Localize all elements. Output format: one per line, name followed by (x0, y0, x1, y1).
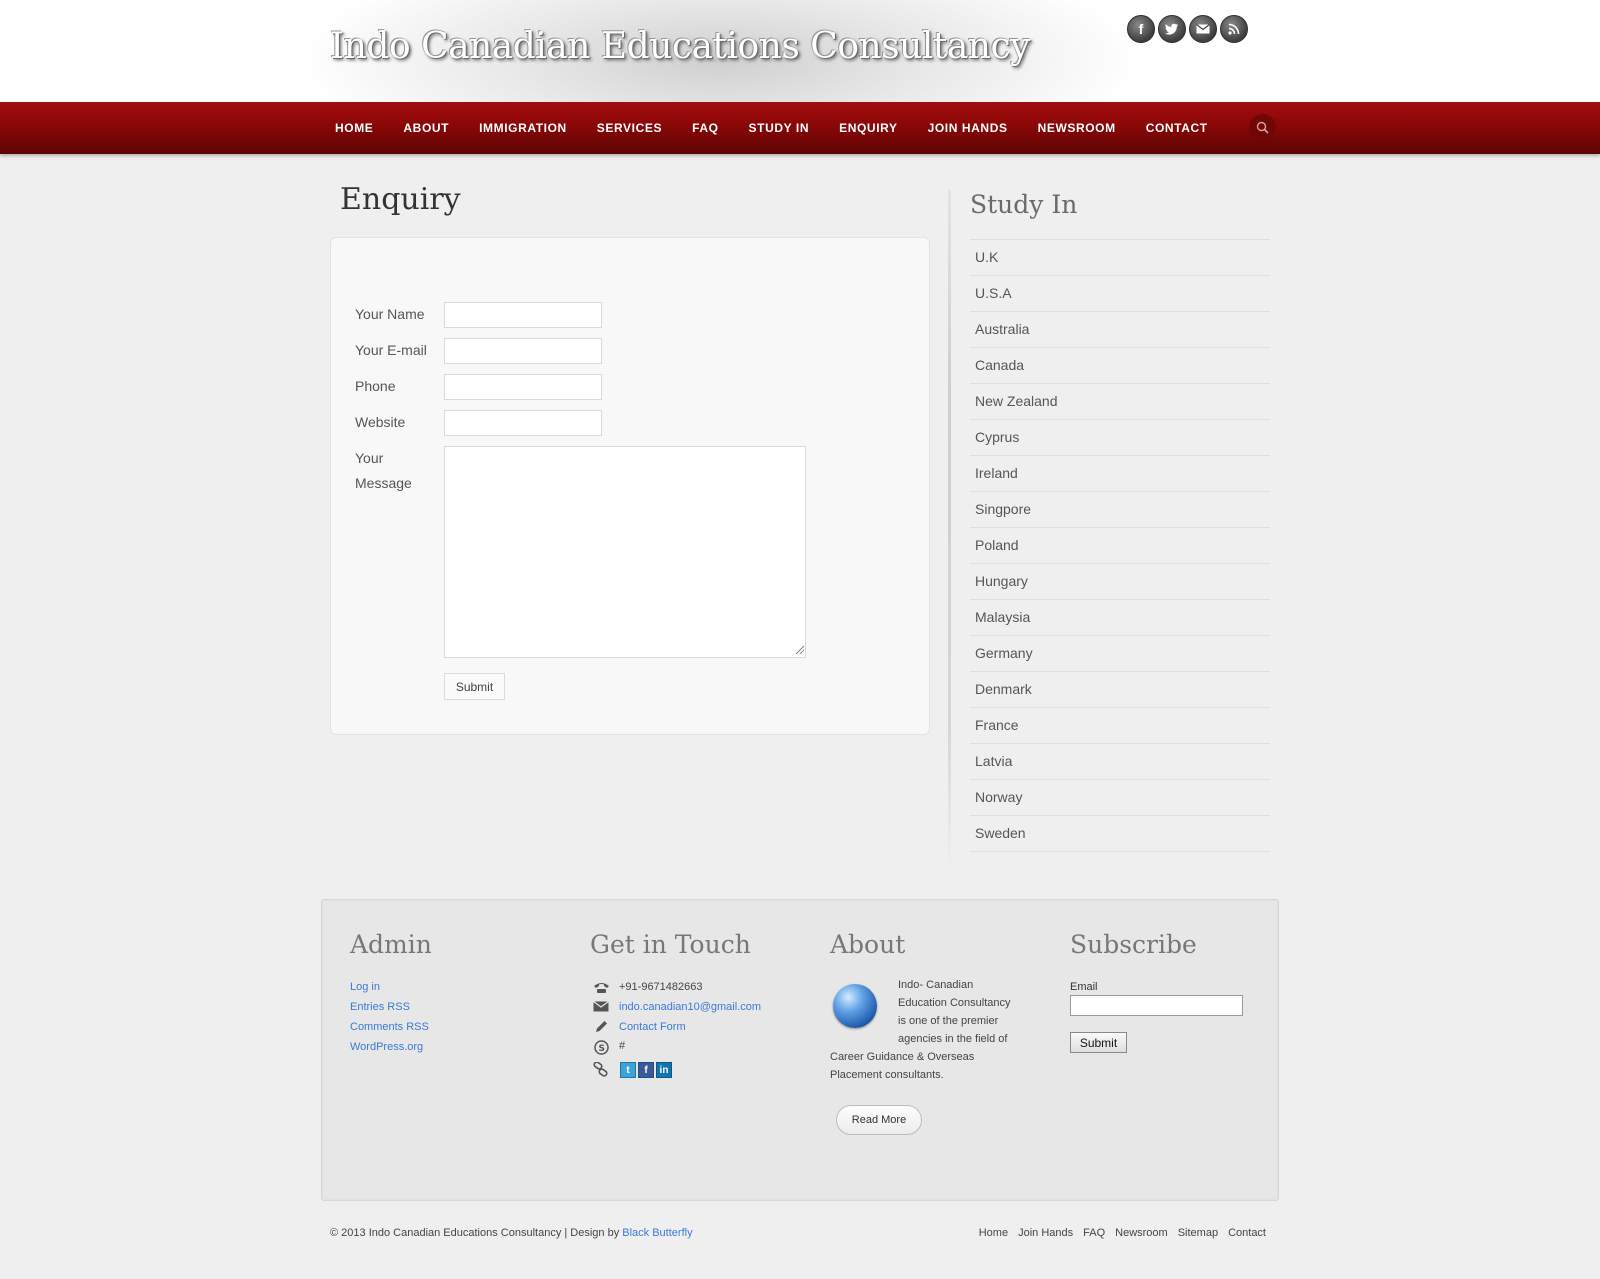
site-title[interactable]: Indo Canadian Educations Consultancy (330, 26, 1030, 67)
about-line-4: agencies in the field of (898, 1033, 1008, 1045)
svg-text:S: S (598, 1044, 604, 1054)
submit-button[interactable]: Submit (444, 673, 505, 700)
about-line-1: Indo- Canadian (898, 979, 974, 991)
nav-services[interactable]: SERVICES (597, 121, 662, 135)
search-icon[interactable] (1249, 114, 1276, 141)
footer-nav: Home Join Hands FAQ Newsroom Sitemap Con… (979, 1227, 1266, 1239)
sidebar-title: Study In (970, 190, 1078, 219)
footer-link-join-hands[interactable]: Join Hands (1018, 1227, 1073, 1239)
footer-link-faq[interactable]: FAQ (1083, 1227, 1105, 1239)
page-title: Enquiry (340, 182, 461, 217)
phone-label: Phone (355, 378, 396, 394)
email-icon[interactable] (1189, 15, 1217, 43)
copyright: © 2013 Indo Canadian Educations Consulta… (330, 1227, 693, 1239)
sidebar-item-latvia[interactable]: Latvia (970, 744, 1270, 780)
facebook-icon[interactable]: f (638, 1062, 654, 1078)
website-input[interactable] (444, 410, 602, 436)
sidebar-item-denmark[interactable]: Denmark (970, 672, 1270, 708)
footer-link-home[interactable]: Home (979, 1227, 1008, 1239)
message-textarea[interactable] (444, 446, 806, 658)
name-input[interactable] (444, 302, 602, 328)
sidebar-item-norway[interactable]: Norway (970, 780, 1270, 816)
designer-link[interactable]: Black Butterfly (622, 1227, 692, 1239)
social-links: f (1127, 15, 1248, 43)
subscribe-email-label: Email (1070, 981, 1098, 993)
envelope-icon (592, 1001, 610, 1015)
about-line-3: is one of the premier (898, 1015, 999, 1027)
sidebar-item-sweden[interactable]: Sweden (970, 816, 1270, 852)
sidebar-item-ireland[interactable]: Ireland (970, 456, 1270, 492)
facebook-icon[interactable]: f (1127, 15, 1155, 43)
resize-handle-icon[interactable] (796, 646, 804, 654)
get-in-touch-title: Get in Touch (590, 930, 751, 959)
nav-join-hands[interactable]: JOIN HANDS (928, 121, 1008, 135)
copyright-text: © 2013 Indo Canadian Educations Consulta… (330, 1227, 620, 1239)
email-input[interactable] (444, 338, 602, 364)
nav-about[interactable]: ABOUT (403, 121, 449, 135)
nav-faq[interactable]: FAQ (692, 121, 718, 135)
nav-newsroom[interactable]: NEWSROOM (1038, 121, 1116, 135)
about-title: About (830, 930, 906, 959)
sidebar-item-canada[interactable]: Canada (970, 348, 1270, 384)
main-nav: HOME ABOUT IMMIGRATION SERVICES FAQ STUD… (0, 102, 1600, 154)
skype-handle: # (619, 1040, 626, 1052)
subscribe-submit-button[interactable]: Submit (1070, 1032, 1127, 1053)
nav-contact[interactable]: CONTACT (1146, 121, 1208, 135)
sidebar-item-australia[interactable]: Australia (970, 312, 1270, 348)
pencil-icon (592, 1020, 610, 1034)
sidebar-divider (948, 190, 951, 870)
footer-link-sitemap[interactable]: Sitemap (1178, 1227, 1218, 1239)
sidebar-item-new-zealand[interactable]: New Zealand (970, 384, 1270, 420)
globe-icon (833, 984, 877, 1028)
subscribe-email-input[interactable] (1070, 995, 1243, 1016)
sidebar-item-uk[interactable]: U.K (970, 240, 1270, 276)
contact-form-link[interactable]: Contact Form (619, 1021, 686, 1033)
wordpress-link[interactable]: WordPress.org (350, 1041, 423, 1053)
website-label: Website (355, 414, 406, 430)
message-label-line1: Your (355, 450, 384, 466)
comments-rss-link[interactable]: Comments RSS (350, 1021, 429, 1033)
phone-input[interactable] (444, 374, 602, 400)
footer-link-contact[interactable]: Contact (1228, 1227, 1266, 1239)
nav-study-in[interactable]: STUDY IN (749, 121, 810, 135)
footer-widgets: Admin Log in Entries RSS Comments RSS Wo… (321, 899, 1279, 1201)
email-label: Your E-mail (355, 342, 427, 358)
sidebar-item-cyprus[interactable]: Cyprus (970, 420, 1270, 456)
about-line-2: Education Consultancy (898, 997, 1011, 1009)
twitter-icon[interactable] (1158, 15, 1186, 43)
sidebar-item-poland[interactable]: Poland (970, 528, 1270, 564)
phone-number: +91-9671482663 (619, 981, 703, 993)
phone-icon (592, 981, 610, 995)
sidebar-item-malaysia[interactable]: Malaysia (970, 600, 1270, 636)
sidebar-item-germany[interactable]: Germany (970, 636, 1270, 672)
nav-home[interactable]: HOME (335, 121, 373, 135)
nav-immigration[interactable]: IMMIGRATION (479, 121, 567, 135)
link-icon (592, 1061, 610, 1077)
site-header: Indo Canadian Educations Consultancy f (0, 0, 1600, 102)
log-in-link[interactable]: Log in (350, 981, 380, 993)
email-link[interactable]: indo.canadian10@gmail.com (619, 1001, 761, 1013)
read-more-button[interactable]: Read More (836, 1105, 922, 1135)
sidebar-item-france[interactable]: France (970, 708, 1270, 744)
linkedin-icon[interactable]: in (656, 1062, 672, 1078)
message-label-line2: Message (355, 475, 412, 491)
entries-rss-link[interactable]: Entries RSS (350, 1001, 410, 1013)
sidebar-item-singpore[interactable]: Singpore (970, 492, 1270, 528)
nav-enquiry[interactable]: ENQUIRY (839, 121, 897, 135)
footer-link-newsroom[interactable]: Newsroom (1115, 1227, 1168, 1239)
admin-title: Admin (350, 930, 432, 959)
about-line-6: Placement consultants. (830, 1069, 944, 1081)
sidebar-item-usa[interactable]: U.S.A (970, 276, 1270, 312)
about-line-5: Career Guidance & Overseas (830, 1051, 975, 1063)
skype-icon: S (592, 1040, 610, 1055)
twitter-icon[interactable]: t (620, 1062, 636, 1078)
name-label: Your Name (355, 306, 425, 322)
sidebar-item-hungary[interactable]: Hungary (970, 564, 1270, 600)
study-in-list: U.K U.S.A Australia Canada New Zealand C… (970, 239, 1270, 852)
subscribe-title: Subscribe (1070, 930, 1197, 959)
rss-icon[interactable] (1220, 15, 1248, 43)
